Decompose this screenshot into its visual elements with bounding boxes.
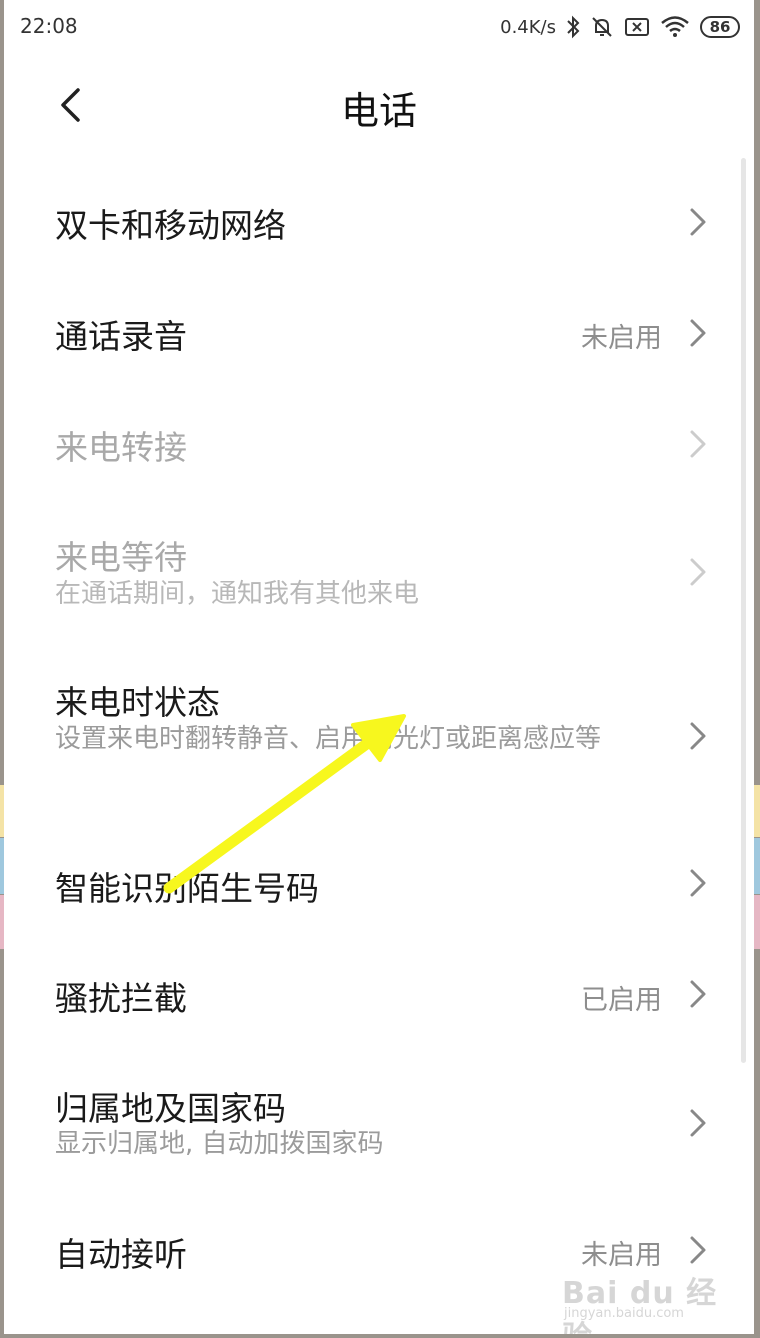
list-item-incoming-call-status[interactable]: 来电时状态 设置来电时翻转静音、启用闪光灯或距离感应等 xyxy=(4,640,754,820)
item-title: 通话录音 xyxy=(55,317,187,356)
watermark-main: Bai du 经验 xyxy=(562,1276,718,1334)
edge-strip-pink-right xyxy=(754,895,760,949)
item-subtitle: 显示归属地, 自动加拨国家码 xyxy=(55,1129,384,1159)
chevron-right-icon xyxy=(690,319,706,347)
status-bar: 22:08 0.4K/s 86 xyxy=(4,0,754,54)
item-title: 双卡和移动网络 xyxy=(55,206,286,245)
list-item-smart-caller-id[interactable]: 智能识别陌生号码 xyxy=(4,828,754,938)
bluetooth-icon xyxy=(567,15,580,39)
item-title: 来电转接 xyxy=(55,428,187,467)
list-item-call-recording[interactable]: 通话录音 未启用 xyxy=(4,276,754,386)
chevron-right-icon xyxy=(690,208,706,236)
list-item-call-waiting[interactable]: 来电等待 在通话期间，通知我有其他来电 xyxy=(4,498,754,638)
item-title: 自动接听 xyxy=(55,1235,187,1274)
item-subtitle: 在通话期间，通知我有其他来电 xyxy=(55,579,420,609)
chevron-right-icon xyxy=(690,869,706,897)
watermark-sub: jingyan.baidu.com xyxy=(564,1306,684,1321)
list-item-spam-blocking[interactable]: 骚扰拦截 已启用 xyxy=(4,939,754,1049)
phone-screen: 22:08 0.4K/s 86 电话 双卡和移动网络 通话录音 未启用 来电转接… xyxy=(4,0,754,1334)
header: 电话 xyxy=(4,60,754,150)
status-icons: 0.4K/s 86 xyxy=(500,12,740,42)
battery-indicator: 86 xyxy=(700,16,740,38)
sim-blocked-icon xyxy=(625,18,649,36)
item-title: 来电时状态 xyxy=(55,683,220,722)
item-value: 已启用 xyxy=(581,985,662,1016)
baidu-watermark: Bai du 经验 jingyan.baidu.com xyxy=(562,1266,722,1334)
item-title: 智能识别陌生号码 xyxy=(55,869,319,908)
edge-strip-yellow-right xyxy=(754,785,760,837)
page-title: 电话 xyxy=(340,89,417,133)
item-title: 骚扰拦截 xyxy=(55,979,187,1018)
status-time: 22:08 xyxy=(20,14,78,38)
wifi-icon xyxy=(661,16,689,37)
chevron-right-icon xyxy=(690,1109,706,1137)
item-title: 来电等待 xyxy=(55,538,187,577)
item-title: 归属地及国家码 xyxy=(55,1089,286,1128)
list-item-call-forwarding[interactable]: 来电转接 xyxy=(4,387,754,497)
item-value: 未启用 xyxy=(581,323,662,354)
chevron-right-icon xyxy=(690,1236,706,1264)
bell-muted-icon xyxy=(592,17,612,37)
chevron-right-icon xyxy=(690,558,706,586)
item-subtitle: 设置来电时翻转静音、启用闪光灯或距离感应等 xyxy=(55,724,602,754)
chevron-right-icon xyxy=(690,722,706,750)
net-speed: 0.4K/s xyxy=(500,16,556,38)
list-item-caller-location[interactable]: 归属地及国家码 显示归属地, 自动加拨国家码 xyxy=(4,1050,754,1190)
chevron-right-icon xyxy=(690,980,706,1008)
edge-strip-blue-right xyxy=(754,838,760,894)
list-item-dual-sim[interactable]: 双卡和移动网络 xyxy=(4,165,754,275)
chevron-right-icon xyxy=(690,430,706,458)
